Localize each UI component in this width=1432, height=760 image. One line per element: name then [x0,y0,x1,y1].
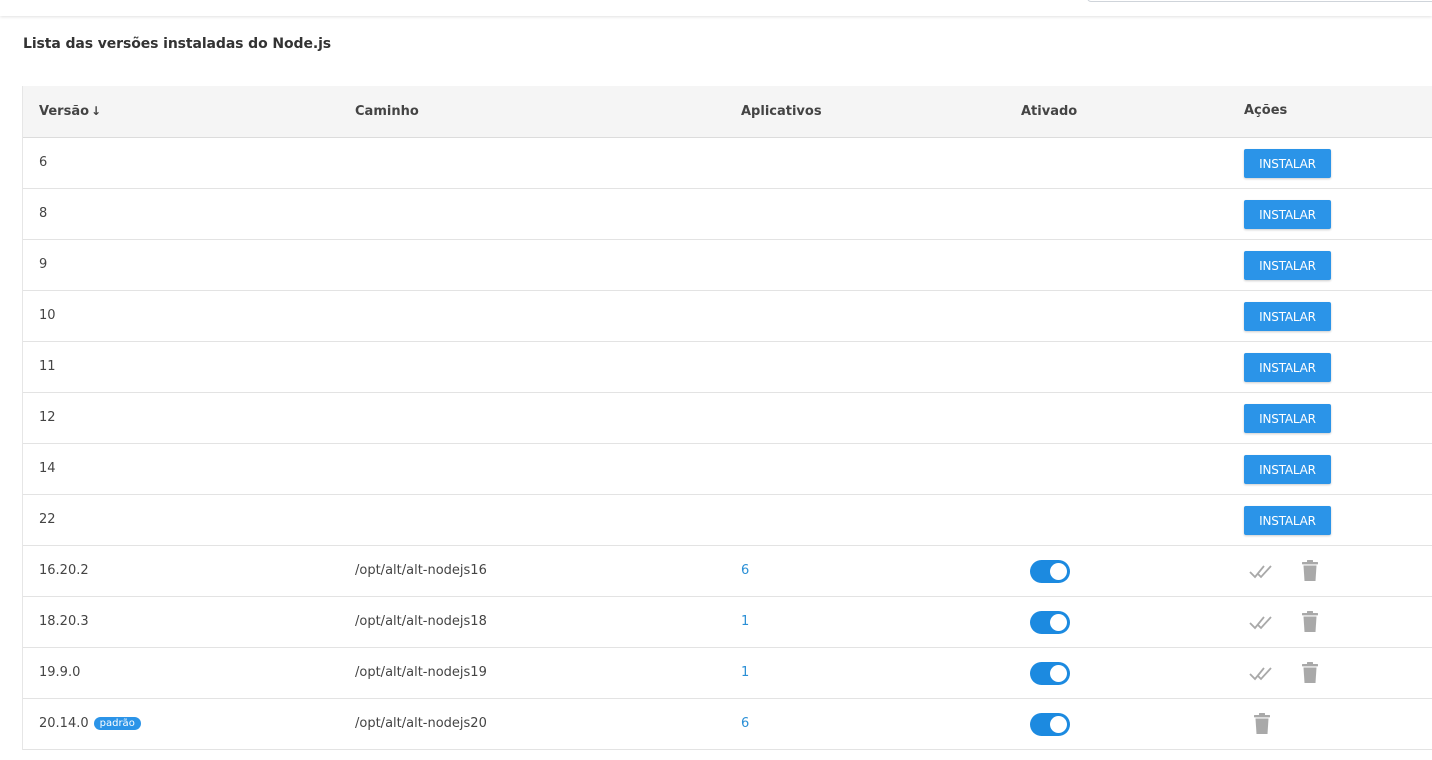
version-cell: 18.20.3 [39,614,89,629]
table-row: 11 INSTALAR [23,342,1432,393]
toggle-knob [1050,563,1067,580]
version-label: 18.20.3 [39,614,89,629]
version-cell: 11 [39,359,56,374]
table-row: 18.20.3/opt/alt/alt-nodejs18 1 [23,597,1432,648]
install-button[interactable]: INSTALAR [1244,251,1331,280]
path-cell: /opt/alt/alt-nodejs18 [355,614,487,629]
version-cell: 20.14.0 padrão [39,716,141,731]
column-header-actions: Ações [1244,103,1288,118]
version-cell: 14 [39,461,56,476]
trash-icon[interactable] [1301,662,1319,684]
top-search-input[interactable] [1087,0,1432,2]
arrow-down-icon[interactable]: ↓ [91,104,101,118]
column-header-apps: Aplicativos [741,104,822,119]
version-cell: 10 [39,308,56,323]
table-row: 19.9.0/opt/alt/alt-nodejs19 1 [23,648,1432,699]
active-toggle[interactable] [1030,713,1070,736]
column-header-version[interactable]: Versão ↓ [39,104,101,119]
version-cell: 8 [39,206,48,221]
path-cell: /opt/alt/alt-nodejs19 [355,665,487,680]
top-bar [0,0,1432,16]
active-toggle[interactable] [1030,662,1070,685]
table-row: 20.14.0 padrão/opt/alt/alt-nodejs20 6 [23,699,1432,750]
install-button[interactable]: INSTALAR [1244,404,1331,433]
install-button[interactable]: INSTALAR [1244,200,1331,229]
table-header: Versão ↓ Caminho Aplicativos Ativado Açõe… [23,86,1432,138]
table-row: 8 INSTALAR [23,189,1432,240]
version-cell: 22 [39,512,56,527]
path-cell: /opt/alt/alt-nodejs20 [355,716,487,731]
table-row: 10 INSTALAR [23,291,1432,342]
version-cell: 12 [39,410,56,425]
version-label: 20.14.0 [39,716,89,731]
column-header-version-label: Versão [39,104,90,119]
set-default-check-icon[interactable] [1249,561,1275,581]
page-title: Lista das versões instaladas do Node.js [23,36,331,52]
table-row: 14 INSTALAR [23,444,1432,495]
apps-count-link[interactable]: 6 [741,716,749,731]
version-cell: 19.9.0 [39,665,80,680]
table-row: 6 INSTALAR [23,138,1432,189]
table-body: 6 INSTALAR 8 INSTALAR 9 INSTALAR 10 INSTALAR 11 I… [23,138,1432,750]
set-default-check-icon[interactable] [1249,612,1275,632]
apps-count-link[interactable]: 1 [741,614,749,629]
trash-icon[interactable] [1301,560,1319,582]
install-button[interactable]: INSTALAR [1244,353,1331,382]
install-button[interactable]: INSTALAR [1244,302,1331,331]
table-row: 22 INSTALAR [23,495,1432,546]
active-toggle[interactable] [1030,560,1070,583]
install-button[interactable]: INSTALAR [1244,506,1331,535]
nodejs-versions-table: Versão ↓ Caminho Aplicativos Ativado Açõe… [22,86,1432,750]
column-header-active: Ativado [1021,104,1078,119]
version-cell: 9 [39,257,48,272]
version-cell: 6 [39,155,48,170]
version-label: 16.20.2 [39,563,89,578]
toggle-knob [1050,665,1067,682]
toggle-knob [1050,614,1067,631]
toggle-knob [1050,716,1067,733]
trash-icon[interactable] [1253,713,1271,735]
install-button[interactable]: INSTALAR [1244,455,1331,484]
path-cell: /opt/alt/alt-nodejs16 [355,563,487,578]
trash-icon[interactable] [1301,611,1319,633]
table-row: 12 INSTALAR [23,393,1432,444]
active-toggle[interactable] [1030,611,1070,634]
default-badge: padrão [93,717,141,730]
column-header-path: Caminho [355,104,419,119]
table-row: 16.20.2/opt/alt/alt-nodejs16 6 [23,546,1432,597]
apps-count-link[interactable]: 6 [741,563,749,578]
apps-count-link[interactable]: 1 [741,665,749,680]
install-button[interactable]: INSTALAR [1244,149,1331,178]
set-default-check-icon[interactable] [1249,663,1275,683]
version-label: 19.9.0 [39,665,81,680]
table-row: 9 INSTALAR [23,240,1432,291]
version-cell: 16.20.2 [39,563,89,578]
